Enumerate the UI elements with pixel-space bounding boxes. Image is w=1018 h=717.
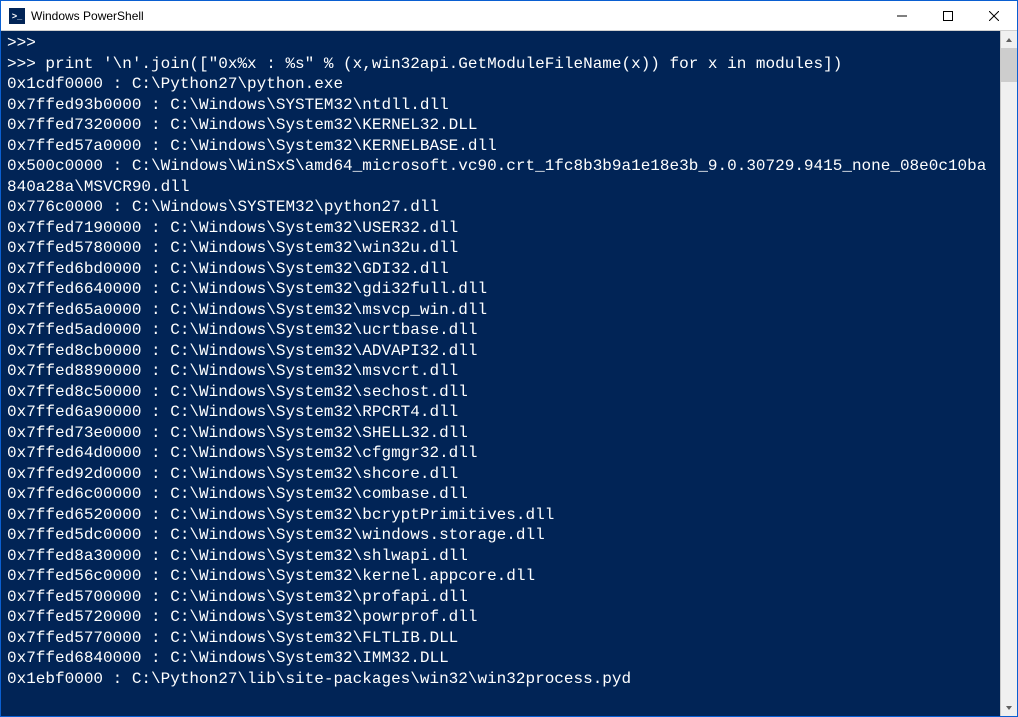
minimize-button[interactable] bbox=[879, 1, 925, 30]
powershell-icon-label: >_ bbox=[12, 11, 22, 21]
scrollbar-down-button[interactable] bbox=[1001, 699, 1017, 716]
chevron-down-icon bbox=[1005, 704, 1013, 712]
close-button[interactable] bbox=[971, 1, 1017, 30]
maximize-button[interactable] bbox=[925, 1, 971, 30]
powershell-icon: >_ bbox=[9, 8, 25, 24]
chevron-up-icon bbox=[1005, 36, 1013, 44]
terminal-area[interactable]: >>> >>> print '\n'.join(["0x%x : %s" % (… bbox=[1, 31, 1017, 716]
minimize-icon bbox=[897, 11, 907, 21]
window-controls bbox=[879, 1, 1017, 30]
window-titlebar[interactable]: >_ Windows PowerShell bbox=[1, 1, 1017, 31]
close-icon bbox=[989, 11, 999, 21]
window-title: Windows PowerShell bbox=[31, 9, 879, 23]
scrollbar-track[interactable] bbox=[1001, 48, 1017, 699]
maximize-icon bbox=[943, 11, 953, 21]
scrollbar-thumb[interactable] bbox=[1001, 48, 1017, 82]
vertical-scrollbar[interactable] bbox=[1000, 31, 1017, 716]
scrollbar-up-button[interactable] bbox=[1001, 31, 1017, 48]
terminal-output[interactable]: >>> >>> print '\n'.join(["0x%x : %s" % (… bbox=[1, 31, 1000, 716]
